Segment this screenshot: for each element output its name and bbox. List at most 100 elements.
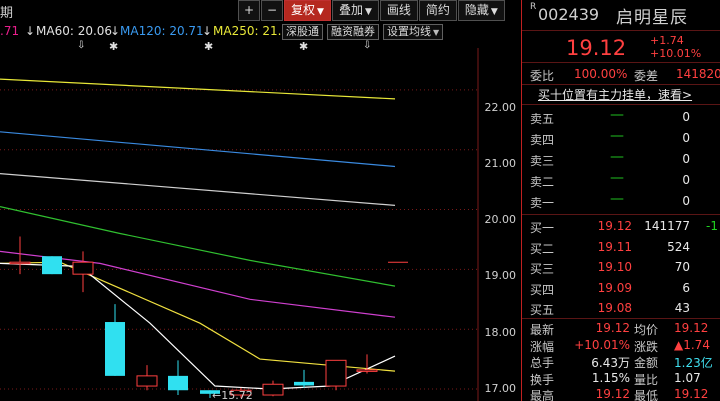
ma-settings-button[interactable]: 设置均线 ▼	[383, 24, 444, 40]
event-marker-icon[interactable]: ⇩	[363, 40, 371, 51]
arrow-down-icon: ↓	[202, 24, 213, 38]
sell-level-label: 卖四	[530, 133, 555, 147]
y-axis-tick: 18.00	[484, 326, 517, 339]
sell-volume: 0	[682, 194, 690, 208]
candle-body-down	[42, 256, 62, 275]
star-marker-icon[interactable]: ✱	[109, 40, 118, 53]
price-row: 19.12 +1.74 +10.01%	[522, 30, 720, 62]
buy-level-label: 买一	[530, 221, 555, 235]
stat-label: 最高	[530, 389, 555, 401]
margin-badge: R	[530, 2, 537, 12]
empty-price-dash: —	[610, 149, 624, 165]
kline-chart-canvas[interactable]: ←15.72	[0, 0, 521, 401]
buy-volume-change: -1	[706, 219, 718, 233]
sell-row[interactable]: 卖二 — 0	[522, 170, 720, 191]
stat-value: 1.07	[674, 370, 701, 385]
sell-row[interactable]: 卖五 — 0	[522, 107, 720, 128]
order-ratio-label: 委比	[530, 69, 555, 83]
candle-body-down	[105, 322, 125, 376]
stat-value: 19.12	[674, 387, 709, 401]
ma-settings-label: 设置均线	[387, 25, 431, 38]
zoom-in-button[interactable]: +	[238, 0, 260, 21]
zoom-out-button[interactable]: −	[261, 0, 283, 21]
ma-line-ma10	[0, 261, 396, 372]
sell-level-label: 卖五	[530, 112, 555, 126]
restore-rights-button[interactable]: 复权 ▼	[284, 0, 331, 21]
candle-body-down	[294, 381, 314, 386]
buy-volume: 141177	[644, 219, 690, 233]
sell-volume: 0	[682, 131, 690, 145]
simple-mode-button[interactable]: 简约	[418, 0, 457, 21]
star-marker-icon[interactable]: ✱	[204, 40, 213, 53]
buy-row[interactable]: 买二 19.11 524	[522, 237, 720, 258]
divider	[522, 62, 720, 63]
order-diff-label: 委差	[634, 69, 659, 83]
restore-rights-label: 复权	[291, 3, 316, 17]
ma-line-ma120	[0, 131, 396, 168]
kline-chart-area[interactable]: ←15.72 期 + − 复权 ▼ 叠加 ▼ 画线 简约 隐藏 ▼ .71 ↓ MA6…	[0, 0, 521, 401]
sell-row[interactable]: 卖三 — 0	[522, 149, 720, 170]
buy-volume: 43	[674, 301, 690, 315]
stat-value: 19.12	[674, 321, 709, 335]
y-axis-tick: 22.00	[484, 101, 517, 114]
last-price: 19.12	[566, 36, 627, 60]
stock-name: 启明星辰	[616, 8, 688, 28]
buy-level-label: 买五	[530, 303, 555, 317]
order-ratio-row: 委比 100.00% 委差 141820	[522, 64, 720, 84]
period-label-fragment: 期	[0, 6, 14, 21]
sell-volume: 0	[682, 110, 690, 124]
sell-volume: 0	[682, 152, 690, 166]
change-percent: +10.01%	[650, 47, 702, 60]
stat-value: 19.12	[595, 321, 630, 335]
sell-level-label: 卖二	[530, 175, 555, 189]
buy-row[interactable]: 买四 19.09 6	[522, 278, 720, 299]
main-force-order-link[interactable]: 买十位置有主力挂单，速看>	[538, 86, 692, 103]
ma-line-ma30	[0, 206, 396, 287]
empty-price-dash: —	[610, 170, 624, 186]
sell-volume: 0	[682, 173, 690, 187]
y-axis-tick: 20.00	[484, 213, 517, 226]
buy-row[interactable]: 买三 19.10 70	[522, 257, 720, 278]
buy-price: 19.10	[597, 260, 632, 274]
overlay-label: 叠加	[338, 3, 363, 17]
stat-row: 最高 19.12 最低 19.12	[522, 385, 720, 401]
buy-row[interactable]: 买一 19.12 141177 -1	[522, 216, 720, 237]
low-price-label: ←15.72	[212, 389, 253, 401]
buy-row[interactable]: 买五 19.08 43	[522, 298, 720, 319]
dropdown-arrow-icon: ▼	[433, 28, 440, 37]
sell-row[interactable]: 卖一 — 0	[522, 191, 720, 212]
stat-value: 1.15%	[591, 370, 630, 385]
buy-volume: 524	[667, 239, 690, 254]
order-ratio-value: 100.00%	[574, 67, 628, 81]
event-marker-icon[interactable]: ⇩	[77, 40, 85, 51]
change-amount: +1.74	[650, 34, 684, 47]
sell-row[interactable]: 卖四 — 0	[522, 128, 720, 149]
stock-code: 002439	[538, 5, 600, 24]
ma-fragment-value: .71	[0, 24, 20, 38]
divider	[522, 104, 720, 105]
ma250-legend: MA250: 21.8	[213, 24, 290, 38]
ma120-legend: MA120: 20.71	[120, 24, 204, 38]
stat-value: 19.12	[595, 387, 630, 401]
y-axis-tick: 19.00	[484, 269, 517, 282]
divider	[522, 84, 720, 85]
candle-body-up	[9, 261, 31, 265]
buy-level-label: 买二	[530, 241, 555, 256]
empty-price-dash: —	[610, 107, 624, 123]
stat-value: +10.01%	[574, 337, 630, 352]
empty-price-dash: —	[610, 191, 624, 207]
candle-body-up	[325, 359, 347, 387]
candle-body-up	[262, 383, 284, 396]
ma-line-ma250	[0, 78, 396, 100]
margin-trading-button[interactable]: 融资融券	[327, 24, 379, 40]
star-marker-icon[interactable]: ✱	[299, 40, 308, 53]
overlay-button[interactable]: 叠加 ▼	[331, 0, 379, 21]
y-axis-tick: 17.00	[484, 382, 517, 395]
hide-button[interactable]: 隐藏 ▼	[457, 0, 505, 21]
ma60-legend: MA60: 20.06	[36, 24, 113, 38]
shenzhen-hk-connect-button[interactable]: 深股通	[282, 24, 323, 40]
draw-line-button[interactable]: 画线	[379, 0, 418, 21]
arrow-down-icon: ↓	[110, 24, 121, 38]
buy-price: 19.08	[597, 301, 632, 315]
order-diff-value: 141820	[676, 67, 720, 81]
